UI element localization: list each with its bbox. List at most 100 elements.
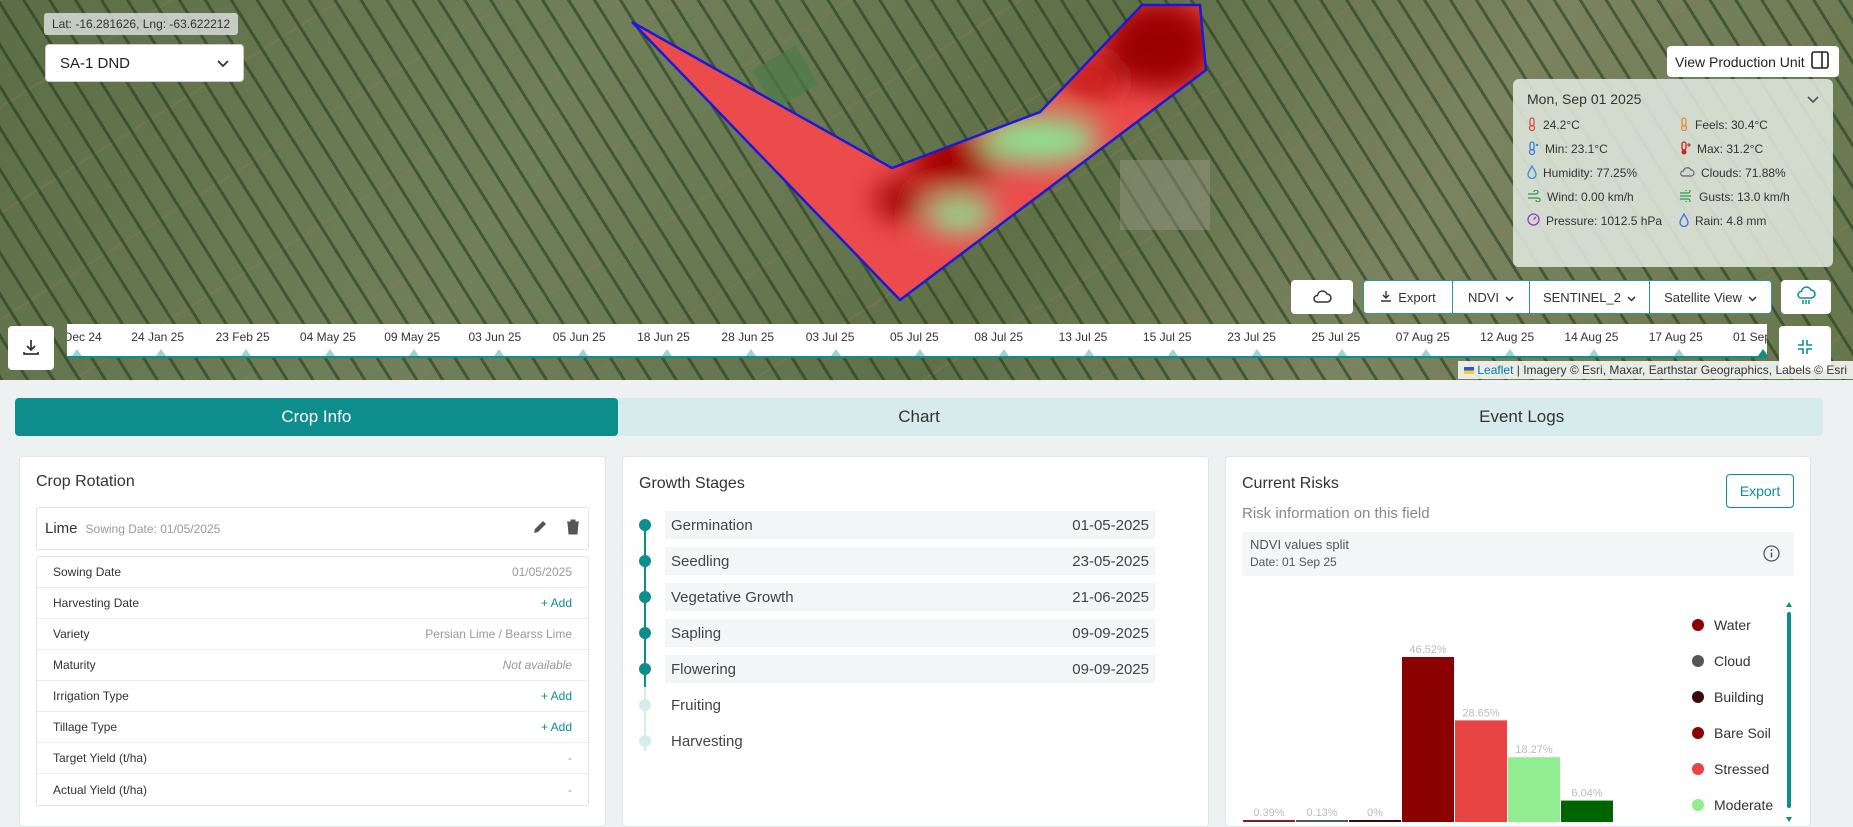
timeline-date[interactable]: 05 Jun 25 [553, 330, 606, 344]
ndvi-bar-chart: 0.39% 0.13% 0% 46.52% 28.65% 18.27% 6.04% [1243, 644, 1613, 822]
cloud-toggle-button[interactable] [1291, 280, 1353, 314]
coordinates-readout: Lat: -16.281626, Lng: -63.622212 [44, 13, 239, 35]
download-button[interactable] [8, 326, 54, 370]
legend-item[interactable]: Bare Soil [1692, 715, 1773, 751]
stage-dot [639, 663, 651, 675]
bar-bare-soil[interactable] [1402, 657, 1454, 822]
leaflet-link[interactable]: Leaflet [1477, 363, 1513, 377]
bar-cloud[interactable] [1296, 820, 1348, 822]
crop-row: Sowing Date 01/05/2025 [37, 557, 588, 588]
add-value-link[interactable]: + Add [541, 689, 572, 703]
legend-item[interactable]: Stressed [1692, 751, 1773, 787]
add-value-link[interactable]: + Add [541, 596, 572, 610]
timeline-tick[interactable] [493, 349, 504, 356]
satellite-map[interactable]: Lat: -16.281626, Lng: -63.622212 SA-1 DN… [0, 0, 1853, 380]
timeline-tick[interactable] [830, 349, 841, 356]
timeline-date[interactable]: 23 Jul 25 [1227, 330, 1276, 344]
timeline-date[interactable]: 28 Dec 24 [67, 330, 102, 344]
timeline-tick[interactable] [1252, 349, 1263, 356]
index-select[interactable]: NDVI [1453, 280, 1530, 314]
stage-name: Germination [671, 516, 753, 534]
timeline-tick[interactable] [1589, 349, 1600, 356]
tab-event-logs[interactable]: Event Logs [1220, 398, 1823, 436]
timeline-tick[interactable] [915, 349, 925, 356]
bar-moderate[interactable] [1508, 757, 1560, 822]
timeline-date[interactable]: 09 May 25 [384, 330, 440, 344]
growth-stage: Germination 01-05-2025 [639, 507, 1192, 543]
crop-row-value: - [568, 751, 572, 765]
trash-icon[interactable] [566, 519, 580, 538]
timeline-tick[interactable] [324, 349, 335, 356]
crop-row: Tillage Type + Add [37, 712, 588, 743]
edit-icon[interactable] [532, 519, 548, 538]
bar-stressed[interactable] [1455, 720, 1507, 822]
timeline-tick[interactable] [746, 349, 757, 356]
legend-item[interactable]: Moderate [1692, 787, 1773, 823]
timeline-tick[interactable] [72, 349, 82, 356]
bar-building[interactable] [1349, 820, 1401, 822]
crop-row-label: Sowing Date [53, 565, 122, 579]
timeline-date[interactable]: 03 Jun 25 [469, 330, 522, 344]
legend-item[interactable]: Cloud [1692, 643, 1773, 679]
timeline-date[interactable]: 15 Jul 25 [1143, 330, 1192, 344]
view-production-unit-button[interactable]: View Production Unit [1667, 46, 1839, 77]
legend-swatch [1692, 763, 1704, 775]
source-select[interactable]: SENTINEL_2 [1530, 280, 1650, 314]
timeline-tick[interactable] [577, 349, 588, 356]
tab-chart[interactable]: Chart [618, 398, 1221, 436]
legend-item[interactable]: Water [1692, 607, 1773, 643]
timeline-date[interactable]: 14 Aug 25 [1564, 330, 1618, 344]
current-risks-title: Current Risks [1242, 475, 1339, 492]
add-value-link[interactable]: + Add [541, 720, 572, 734]
wind-icon [1679, 187, 1693, 205]
info-icon[interactable] [1763, 545, 1780, 565]
field-select[interactable]: SA-1 DND [45, 44, 244, 82]
ndvi-title: NDVI values split [1250, 537, 1349, 552]
date-timeline[interactable]: 28 Dec 24 24 Jan 25 23 Feb 25 04 May 25 09 M… [67, 324, 1767, 358]
timeline-date[interactable]: 01 Sep 25 [1733, 330, 1767, 344]
risk-export-button[interactable]: Export [1726, 474, 1794, 508]
crop-rotation-panel: Crop Rotation Lime Sowing Date: 01/05/20… [19, 456, 606, 827]
timeline-date[interactable]: 05 Jul 25 [890, 330, 939, 344]
timeline-tick[interactable] [1083, 349, 1094, 356]
view-select[interactable]: Satellite View [1650, 280, 1772, 314]
timeline-tick[interactable] [1167, 349, 1178, 356]
timeline-date[interactable]: 18 Jun 25 [637, 330, 690, 344]
timeline-date[interactable]: 03 Jul 25 [806, 330, 855, 344]
timeline-tick[interactable] [662, 349, 673, 356]
crop-row-label: Target Yield (t/ha) [53, 751, 148, 765]
legend-scrollbar[interactable] [1785, 602, 1793, 822]
timeline-date[interactable]: 17 Aug 25 [1649, 330, 1703, 344]
timeline-date[interactable]: 25 Jul 25 [1312, 330, 1361, 344]
crop-row: Harvesting Date + Add [37, 588, 588, 619]
timeline-tick[interactable] [409, 349, 420, 356]
legend-item[interactable]: Building [1692, 679, 1773, 715]
timeline-tick[interactable] [1420, 349, 1431, 356]
timeline-date[interactable]: 08 Jul 25 [974, 330, 1023, 344]
timeline-tick[interactable] [999, 349, 1010, 356]
timeline-tick[interactable] [240, 349, 251, 356]
timeline-tick[interactable] [1505, 349, 1516, 356]
chevron-down-icon[interactable] [1807, 91, 1819, 107]
timeline-date[interactable]: 07 Aug 25 [1396, 330, 1450, 344]
timeline-date[interactable]: 28 Jun 25 [721, 330, 774, 344]
timeline-date[interactable]: 13 Jul 25 [1059, 330, 1108, 344]
bar-healthy[interactable] [1561, 800, 1613, 822]
export-map-button[interactable]: Export [1363, 280, 1453, 314]
timeline-date[interactable]: 24 Jan 25 [131, 330, 184, 344]
timeline-date[interactable]: 04 May 25 [300, 330, 356, 344]
timeline-tick[interactable] [1336, 349, 1347, 356]
timeline-date[interactable]: 23 Feb 25 [216, 330, 270, 344]
tab-crop-info[interactable]: Crop Info [15, 398, 618, 436]
stage-name: Vegetative Growth [671, 588, 794, 606]
timeline-tick[interactable] [1673, 349, 1684, 356]
rain-forecast-button[interactable] [1781, 280, 1831, 314]
timeline-tick[interactable] [1758, 349, 1767, 356]
stage-name: Sapling [671, 624, 722, 642]
map-toolbar: Export NDVI SENTINEL_2 Satellite View [1363, 280, 1772, 314]
timeline-date[interactable]: 12 Aug 25 [1480, 330, 1534, 344]
timeline-tick[interactable] [156, 349, 167, 356]
bar-water[interactable] [1243, 820, 1295, 822]
chevron-down-icon [217, 55, 229, 72]
growth-stage: Harvesting [639, 723, 1192, 759]
